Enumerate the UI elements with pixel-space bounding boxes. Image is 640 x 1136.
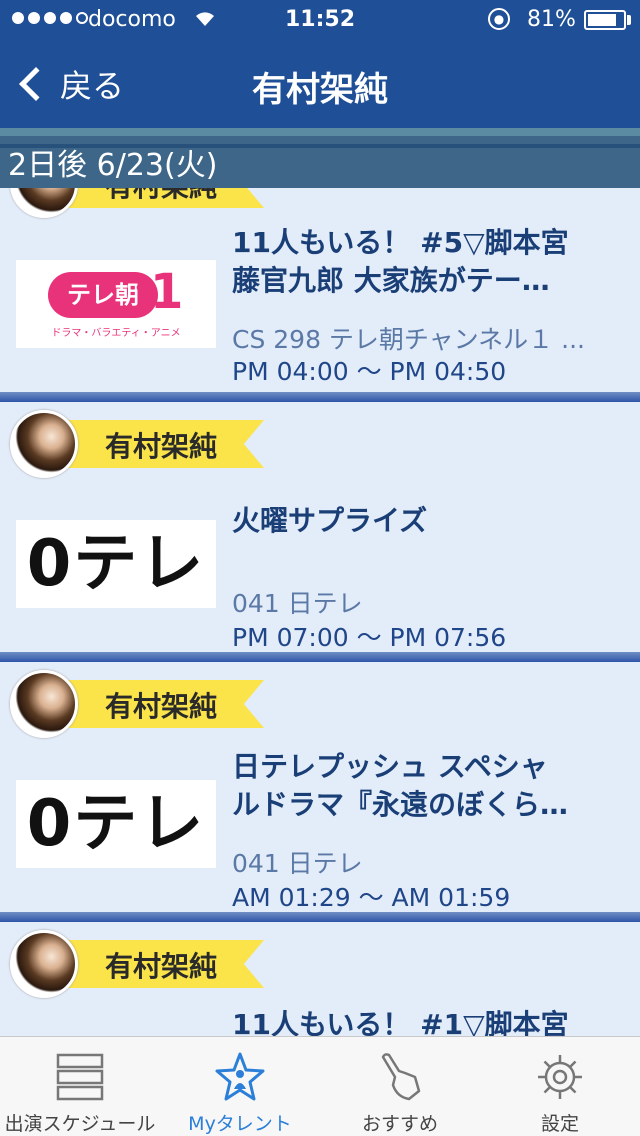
talent-avatar [10,670,78,738]
program-time: PM 04:00 〜 PM 04:50 [232,357,507,386]
talent-name: 有村架純 [105,430,218,463]
date-label: 2日後 6/23(火) [8,148,218,183]
tab-schedule[interactable]: 出演スケジュール [0,1037,160,1136]
tv-asahi-ch1-logo: テレ朝 ch 1 ドラマ・バラエティ・アニメ [16,260,216,348]
tab-label: おすすめ [361,1113,438,1135]
program-title: 11人もいる！ #5▽脚本宮 藤官九郎 大家族がテー… [232,226,569,297]
tab-settings[interactable]: 設定 [480,1037,640,1136]
ntv-logo: 0テレ [16,520,216,608]
battery-icon [584,10,626,30]
tab-bar: 出演スケジュール Myタレント おすすめ 設定 [0,1036,640,1136]
program-channel: 041 日テレ [232,589,363,618]
tab-label: Myタレント [188,1113,292,1135]
tab-label: 出演スケジュール [4,1113,156,1135]
program-card[interactable]: 有村架純 0テレ 火曜サプライズ 041 日テレ PM 07:00 〜 PM 0… [0,402,640,662]
date-section-header: 2日後 6/23(火) [0,128,640,188]
ntv-logo: 0テレ [16,780,216,868]
talent-name: 有村架純 [105,690,218,723]
navigation-bar: 戻る 有村架純 [0,40,640,128]
top-bar: docomo 11:52 ● 81% 戻る 有村架純 [0,0,640,128]
star-person-icon [215,1051,265,1103]
tab-my-talent[interactable]: Myタレント [160,1037,320,1136]
tab-recommended[interactable]: おすすめ [320,1037,480,1136]
program-title: 火曜サプライズ [232,504,428,537]
program-time: PM 07:00 〜 PM 07:56 [232,623,507,652]
program-channel: CS 298 テレ朝チャンネル１ ... [232,325,585,354]
battery-percent: 81% [527,7,576,32]
talent-avatar [10,410,78,478]
gear-icon [535,1051,585,1103]
program-card[interactable]: 有村架純 11人もいる！ #1▽脚本宮 [0,922,640,1036]
schedule-list[interactable]: 2日後 6/23(火) 有村架純 テレ朝 ch 1 ドラマ・バラエティ・アニメ … [0,128,640,1036]
program-title: 日テレプッシュ スペシャ ルドラマ『永遠のぼくら… [232,750,569,821]
talent-avatar [10,930,78,998]
list-icon [55,1051,105,1103]
program-card[interactable]: 有村架純 0テレ 日テレプッシュ スペシャ ルドラマ『永遠のぼくら… 041 日… [0,662,640,922]
pointing-hand-icon [375,1051,425,1103]
talent-name: 有村架純 [105,950,218,983]
tab-label: 設定 [540,1113,579,1135]
page-title: 有村架純 [252,70,388,110]
rotation-lock-icon: ● [488,8,510,30]
program-title: 11人もいる！ #1▽脚本宮 [232,1008,569,1036]
status-bar: docomo 11:52 ● 81% [0,0,640,40]
program-time: AM 01:29 〜 AM 01:59 [232,883,511,912]
tvasahi-text: テレ朝 [48,272,158,318]
program-channel: 041 日テレ [232,849,363,878]
